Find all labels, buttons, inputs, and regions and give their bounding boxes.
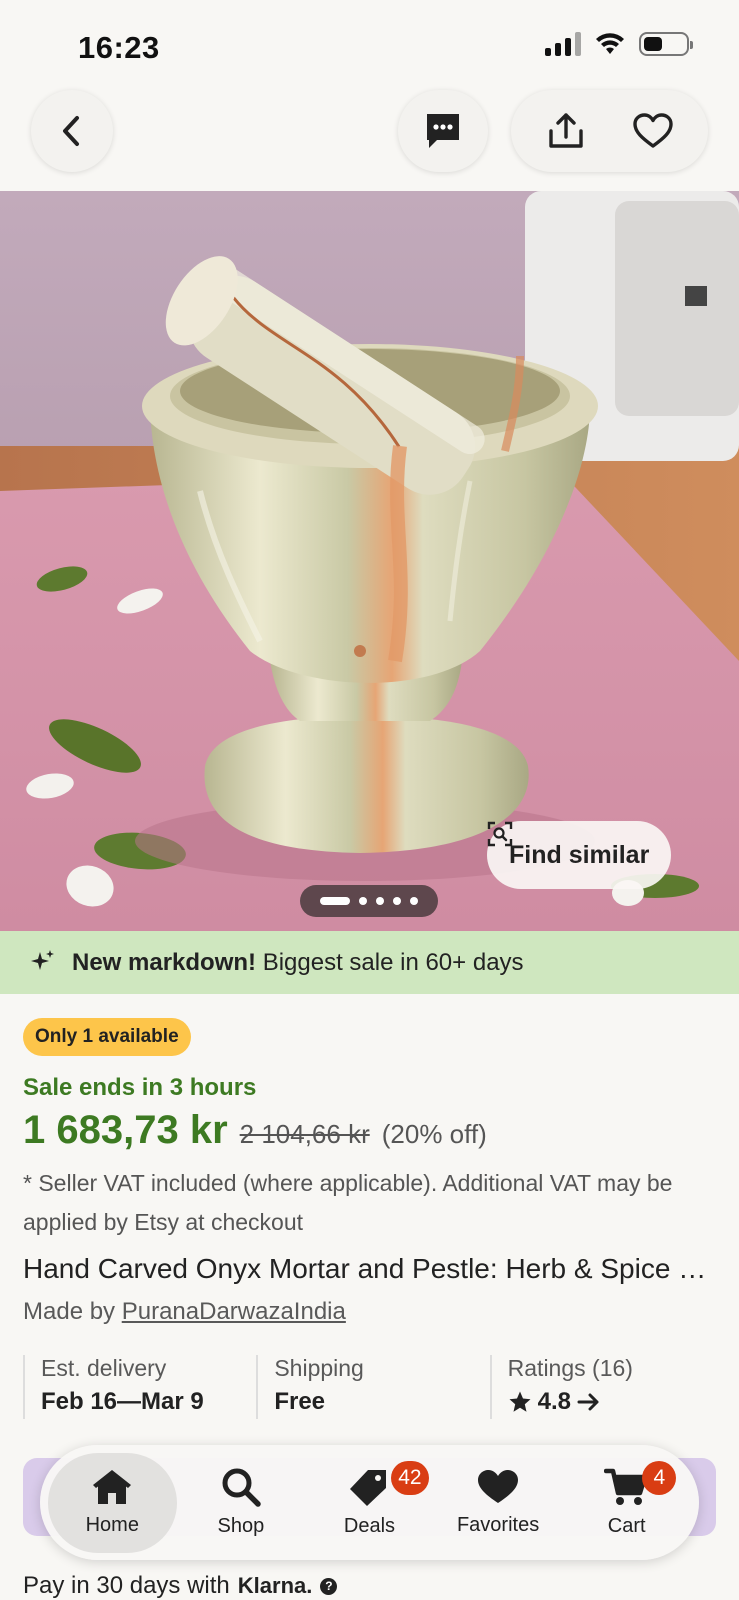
discount-percent: (20% off) [381,1119,487,1149]
made-by: Made by PuranaDarwazaIndia [23,1298,346,1326]
status-icons [545,32,693,56]
tab-shop[interactable]: Shop [177,1453,306,1553]
tab-favorites-label: Favorites [456,1514,540,1536]
product-image[interactable]: Find similar [0,191,739,931]
klarna-text: Pay in 30 days with [23,1572,230,1599]
product-title[interactable]: Hand Carved Onyx Mortar and Pestle: Herb… [23,1253,723,1285]
heart-icon [478,1470,519,1503]
favorite-button[interactable] [631,109,675,153]
image-carousel-dots[interactable] [300,885,438,917]
delivery-label: Est. delivery [41,1355,167,1381]
ratings-info[interactable]: Ratings (16) 4.8 [489,1355,723,1419]
ratings-value-row[interactable]: 4.8 [508,1388,723,1416]
search-icon [222,1468,261,1507]
delivery-value: Feb 16—Mar 9 [41,1388,204,1415]
sale-ends-text: Sale ends in 3 hours [23,1074,257,1101]
chevron-left-icon [63,116,79,146]
find-similar-label: Find similar [509,840,650,869]
ratings-value: 4.8 [537,1388,572,1415]
original-price: 2 104,66 kr [239,1119,370,1149]
made-by-prefix: Made by [23,1298,122,1325]
tab-favorites[interactable]: Favorites [434,1453,563,1553]
delivery-info: Est. delivery Feb 16—Mar 9 [23,1355,256,1419]
back-button[interactable] [31,90,113,172]
info-row: Est. delivery Feb 16—Mar 9 Shipping Free… [23,1355,723,1419]
banner-text: New markdown! Biggest sale in 60+ days [72,949,524,977]
sale-price: 1 683,73 kr [23,1108,228,1152]
status-time: 16:23 [78,30,160,65]
cellular-signal-icon [545,32,581,56]
vat-note: * Seller VAT included (where applicable)… [23,1170,673,1235]
share-favorite-group [511,90,708,172]
home-icon [93,1470,132,1504]
tab-cart[interactable]: Cart 4 [562,1453,691,1553]
message-icon [427,114,459,148]
klarna-logo: Klarna. [237,1573,313,1598]
battery-icon [639,32,693,56]
shipping-info: Shipping Free [256,1355,489,1419]
heart-icon [633,113,673,148]
share-icon [549,113,583,148]
tab-shop-label: Shop [217,1515,265,1537]
deals-count-badge: 42 [391,1460,429,1495]
sparkle-icon [31,949,54,970]
price-row: 1 683,73 kr 2 104,66 kr (20% off) [23,1108,487,1153]
carousel-dot[interactable] [376,897,384,905]
klarna-pay-later[interactable]: Pay in 30 days with Klarna. ? [23,1572,338,1600]
shop-name-link[interactable]: PuranaDarwazaIndia [122,1298,346,1325]
carousel-dot[interactable] [393,897,401,905]
carousel-dot[interactable] [359,897,367,905]
shipping-value: Free [274,1388,326,1415]
tab-home-label: Home [85,1514,139,1536]
banner-bold-text: New markdown! [72,948,257,976]
share-button[interactable] [544,109,588,153]
find-similar-button[interactable]: Find similar [487,821,672,889]
mortar-pestle-photo [0,191,739,931]
status-bar: 16:23 [0,0,739,90]
tag-icon [350,1470,387,1506]
tab-cart-label: Cart [607,1515,646,1537]
tab-home[interactable]: Home [48,1452,177,1553]
banner-regular-text: Biggest sale in 60+ days [256,948,524,976]
help-icon[interactable]: ? [320,1577,338,1595]
availability-badge: Only 1 available [23,1018,191,1056]
bottom-tab-bar: Home Shop Deals 42 Favorites Cart 4 [40,1445,699,1560]
carousel-dot[interactable] [410,897,418,905]
visual-search-icon [487,821,513,847]
cart-count-badge: 4 [642,1460,677,1495]
markdown-banner: New markdown! Biggest sale in 60+ days [0,931,739,994]
star-icon [509,1391,531,1412]
ratings-label: Ratings (16) [507,1355,633,1381]
shipping-label: Shipping [274,1355,364,1381]
message-seller-button[interactable] [398,90,488,172]
tab-deals-label: Deals [343,1515,396,1537]
arrow-right-icon [577,1393,599,1411]
tab-deals[interactable]: Deals 42 [305,1453,434,1553]
carousel-dot[interactable] [320,897,350,905]
wifi-icon [596,33,624,54]
